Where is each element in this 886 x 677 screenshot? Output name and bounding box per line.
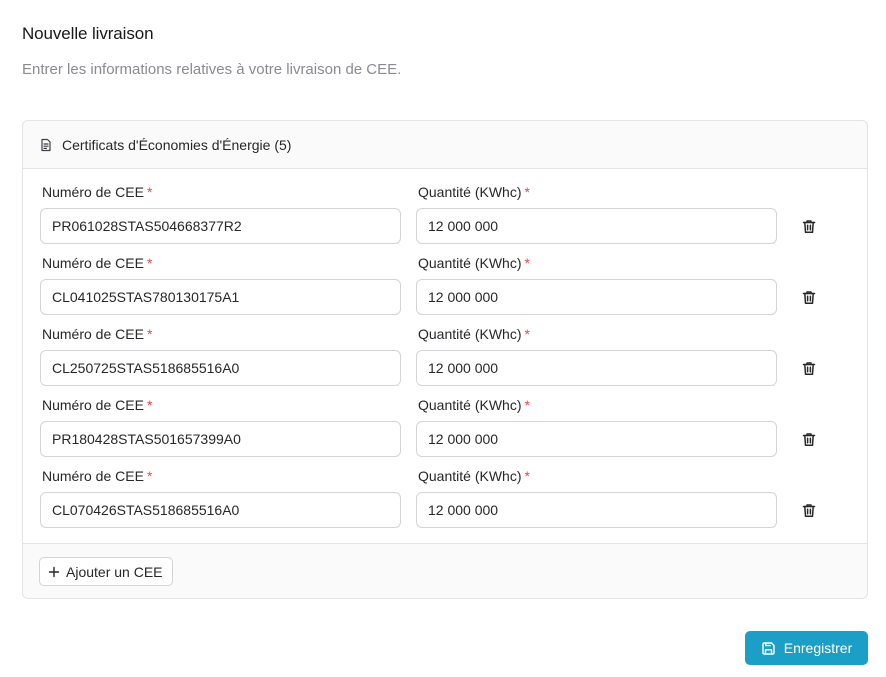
trash-icon[interactable] [799, 429, 819, 449]
cee-list: Numéro de CEE* Quantité (KWhc)* Numéro d… [23, 169, 867, 544]
quantity-label: Quantité (KWhc) * [418, 397, 530, 413]
cee-row: Numéro de CEE * Quantité (KWhc) * [23, 326, 867, 397]
cee-row: Numéro de CEE * Quantité (KWhc) * [23, 184, 867, 255]
required-marker: * [524, 326, 530, 342]
card-title: Certificats d'Économies d'Énergie (5) [62, 136, 292, 153]
required-marker: * [146, 397, 153, 413]
trash-icon[interactable] [799, 287, 819, 307]
cee-row: Numéro de CEE * Quantité (KWhc) * [23, 255, 867, 326]
cee-card: Certificats d'Économies d'Énergie (5) Nu… [22, 120, 868, 599]
cee-number-input[interactable] [40, 421, 401, 457]
required-marker: * [146, 255, 153, 271]
cee-number-input[interactable] [40, 492, 401, 528]
required-marker: * [524, 184, 530, 200]
save-button[interactable]: Enregistrer [745, 631, 868, 665]
quantity-input[interactable] [416, 350, 777, 386]
required-marker: * [524, 397, 530, 413]
trash-icon[interactable] [799, 216, 819, 236]
quantity-input[interactable] [416, 279, 777, 315]
card-footer: Ajouter un CEE [23, 544, 867, 599]
add-cee-button[interactable]: Ajouter un CEE [39, 557, 173, 586]
cee-number-label: Numéro de CEE * [42, 397, 153, 413]
cee-number-label: Numéro de CEE * [42, 468, 153, 484]
card-header: Certificats d'Économies d'Énergie (5) [23, 121, 867, 169]
plus-icon [48, 566, 60, 578]
required-marker: * [146, 468, 153, 484]
page-title: Nouvelle livraison [22, 24, 154, 43]
quantity-input[interactable] [416, 492, 777, 528]
cee-number-label: Numéro de CEE * [42, 184, 153, 200]
trash-icon[interactable] [799, 358, 819, 378]
cee-number-input[interactable] [40, 350, 401, 386]
cee-row: Numéro de CEE * Quantité (KWhc) * [23, 468, 867, 539]
save-icon [761, 641, 776, 656]
save-label: Enregistrer [783, 640, 853, 656]
page-subtitle: Entrer les informations relatives à votr… [22, 61, 402, 78]
quantity-label: Quantité (KWhc) * [418, 184, 530, 200]
add-cee-label: Ajouter un CEE [66, 563, 163, 580]
required-marker: * [146, 184, 153, 200]
quantity-label: Quantité (KWhc) * [418, 255, 530, 271]
quantity-input[interactable] [416, 421, 777, 457]
trash-icon[interactable] [799, 500, 819, 520]
required-marker: * [524, 255, 530, 271]
required-marker: * [524, 468, 530, 484]
quantity-label: Quantité (KWhc) * [418, 326, 530, 342]
quantity-input[interactable] [416, 208, 777, 244]
cee-number-input[interactable] [40, 279, 401, 315]
cee-number-input[interactable] [40, 208, 401, 244]
quantity-label: Quantité (KWhc) * [418, 468, 530, 484]
cee-number-label: Numéro de CEE * [42, 255, 153, 271]
cee-row: Numéro de CEE * Quantité (KWhc) * [23, 397, 867, 468]
cee-number-label: Numéro de CEE * [42, 326, 153, 342]
document-icon [39, 138, 53, 152]
required-marker: * [146, 326, 153, 342]
